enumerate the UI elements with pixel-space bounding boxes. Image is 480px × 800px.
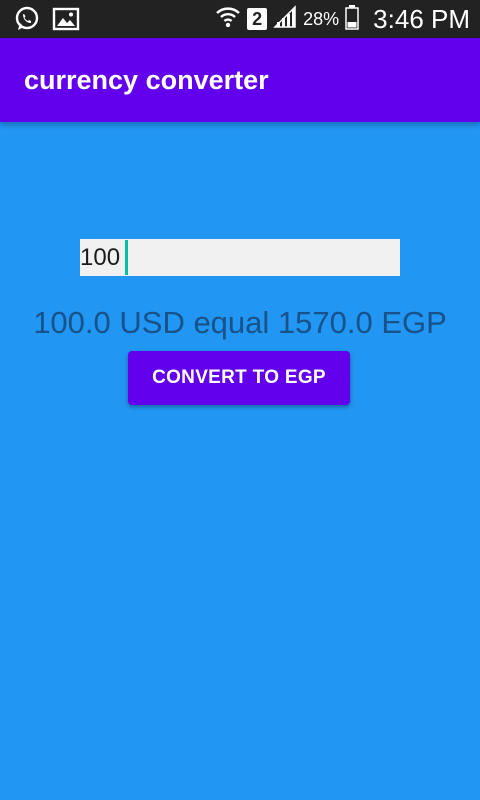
- convert-button[interactable]: CONVERT TO EGP: [128, 351, 350, 405]
- signal-icon: [273, 4, 297, 34]
- wifi-icon: [215, 4, 241, 35]
- app-bar: currency converter: [0, 38, 480, 122]
- whatsapp-icon: [14, 6, 40, 37]
- sim-slot-badge: 2: [247, 8, 268, 30]
- conversion-result: 100.0 USD equal 1570.0 EGP: [33, 305, 447, 340]
- status-bar: 2 28% 3:46 PM: [0, 0, 480, 38]
- text-cursor: [125, 240, 128, 275]
- battery-percentage: 28%: [303, 8, 340, 29]
- status-clock: 3:46 PM: [373, 3, 470, 34]
- amount-input[interactable]: [80, 239, 400, 276]
- gallery-icon: [52, 7, 80, 36]
- battery-icon: [345, 4, 359, 35]
- app-title: currency converter: [24, 65, 269, 95]
